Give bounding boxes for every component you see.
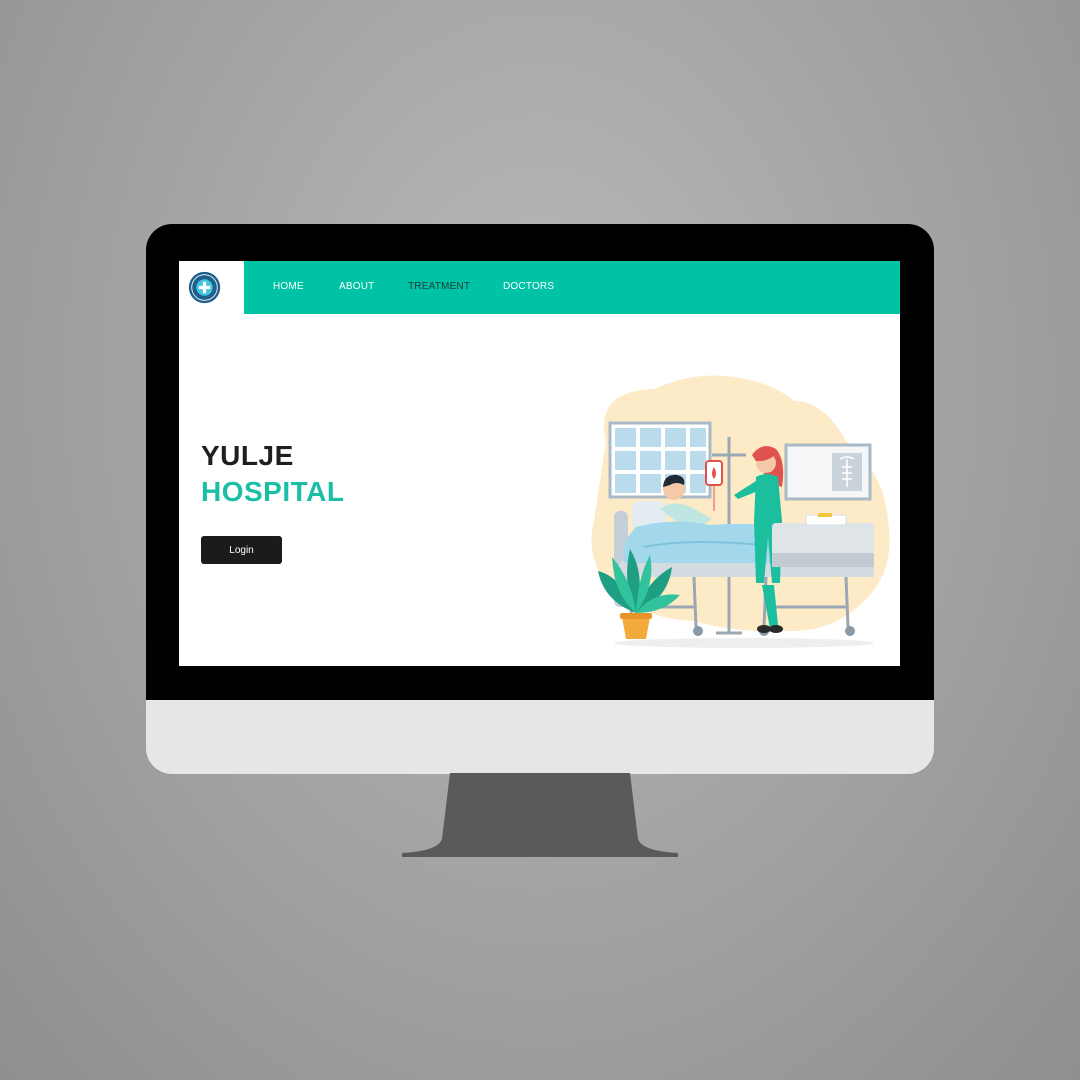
login-button[interactable]: Login [201, 536, 282, 564]
browser-screen: HOME ABOUT TREATMENT DOCTORS YULJE HOSPI… [179, 261, 900, 666]
nav-about-link[interactable]: ABOUT [339, 281, 374, 292]
nav-home-link[interactable]: HOME [273, 281, 304, 292]
nav-strip: HOME ABOUT TREATMENT DOCTORS [244, 261, 900, 314]
nav-treatment-link[interactable]: TREATMENT [408, 281, 470, 292]
monitor-chin [146, 700, 934, 774]
nav-doctors-link[interactable]: DOCTORS [503, 281, 554, 292]
hospital-logo-icon[interactable] [188, 271, 221, 304]
logo-container [179, 261, 244, 314]
hero-title-line1: YULJE [201, 440, 294, 471]
patient-nurse-illustration-icon [591, 375, 890, 648]
monitor-stand [402, 773, 678, 857]
hero-title-line2: HOSPITAL [201, 476, 345, 507]
navbar: HOME ABOUT TREATMENT DOCTORS [179, 261, 900, 314]
